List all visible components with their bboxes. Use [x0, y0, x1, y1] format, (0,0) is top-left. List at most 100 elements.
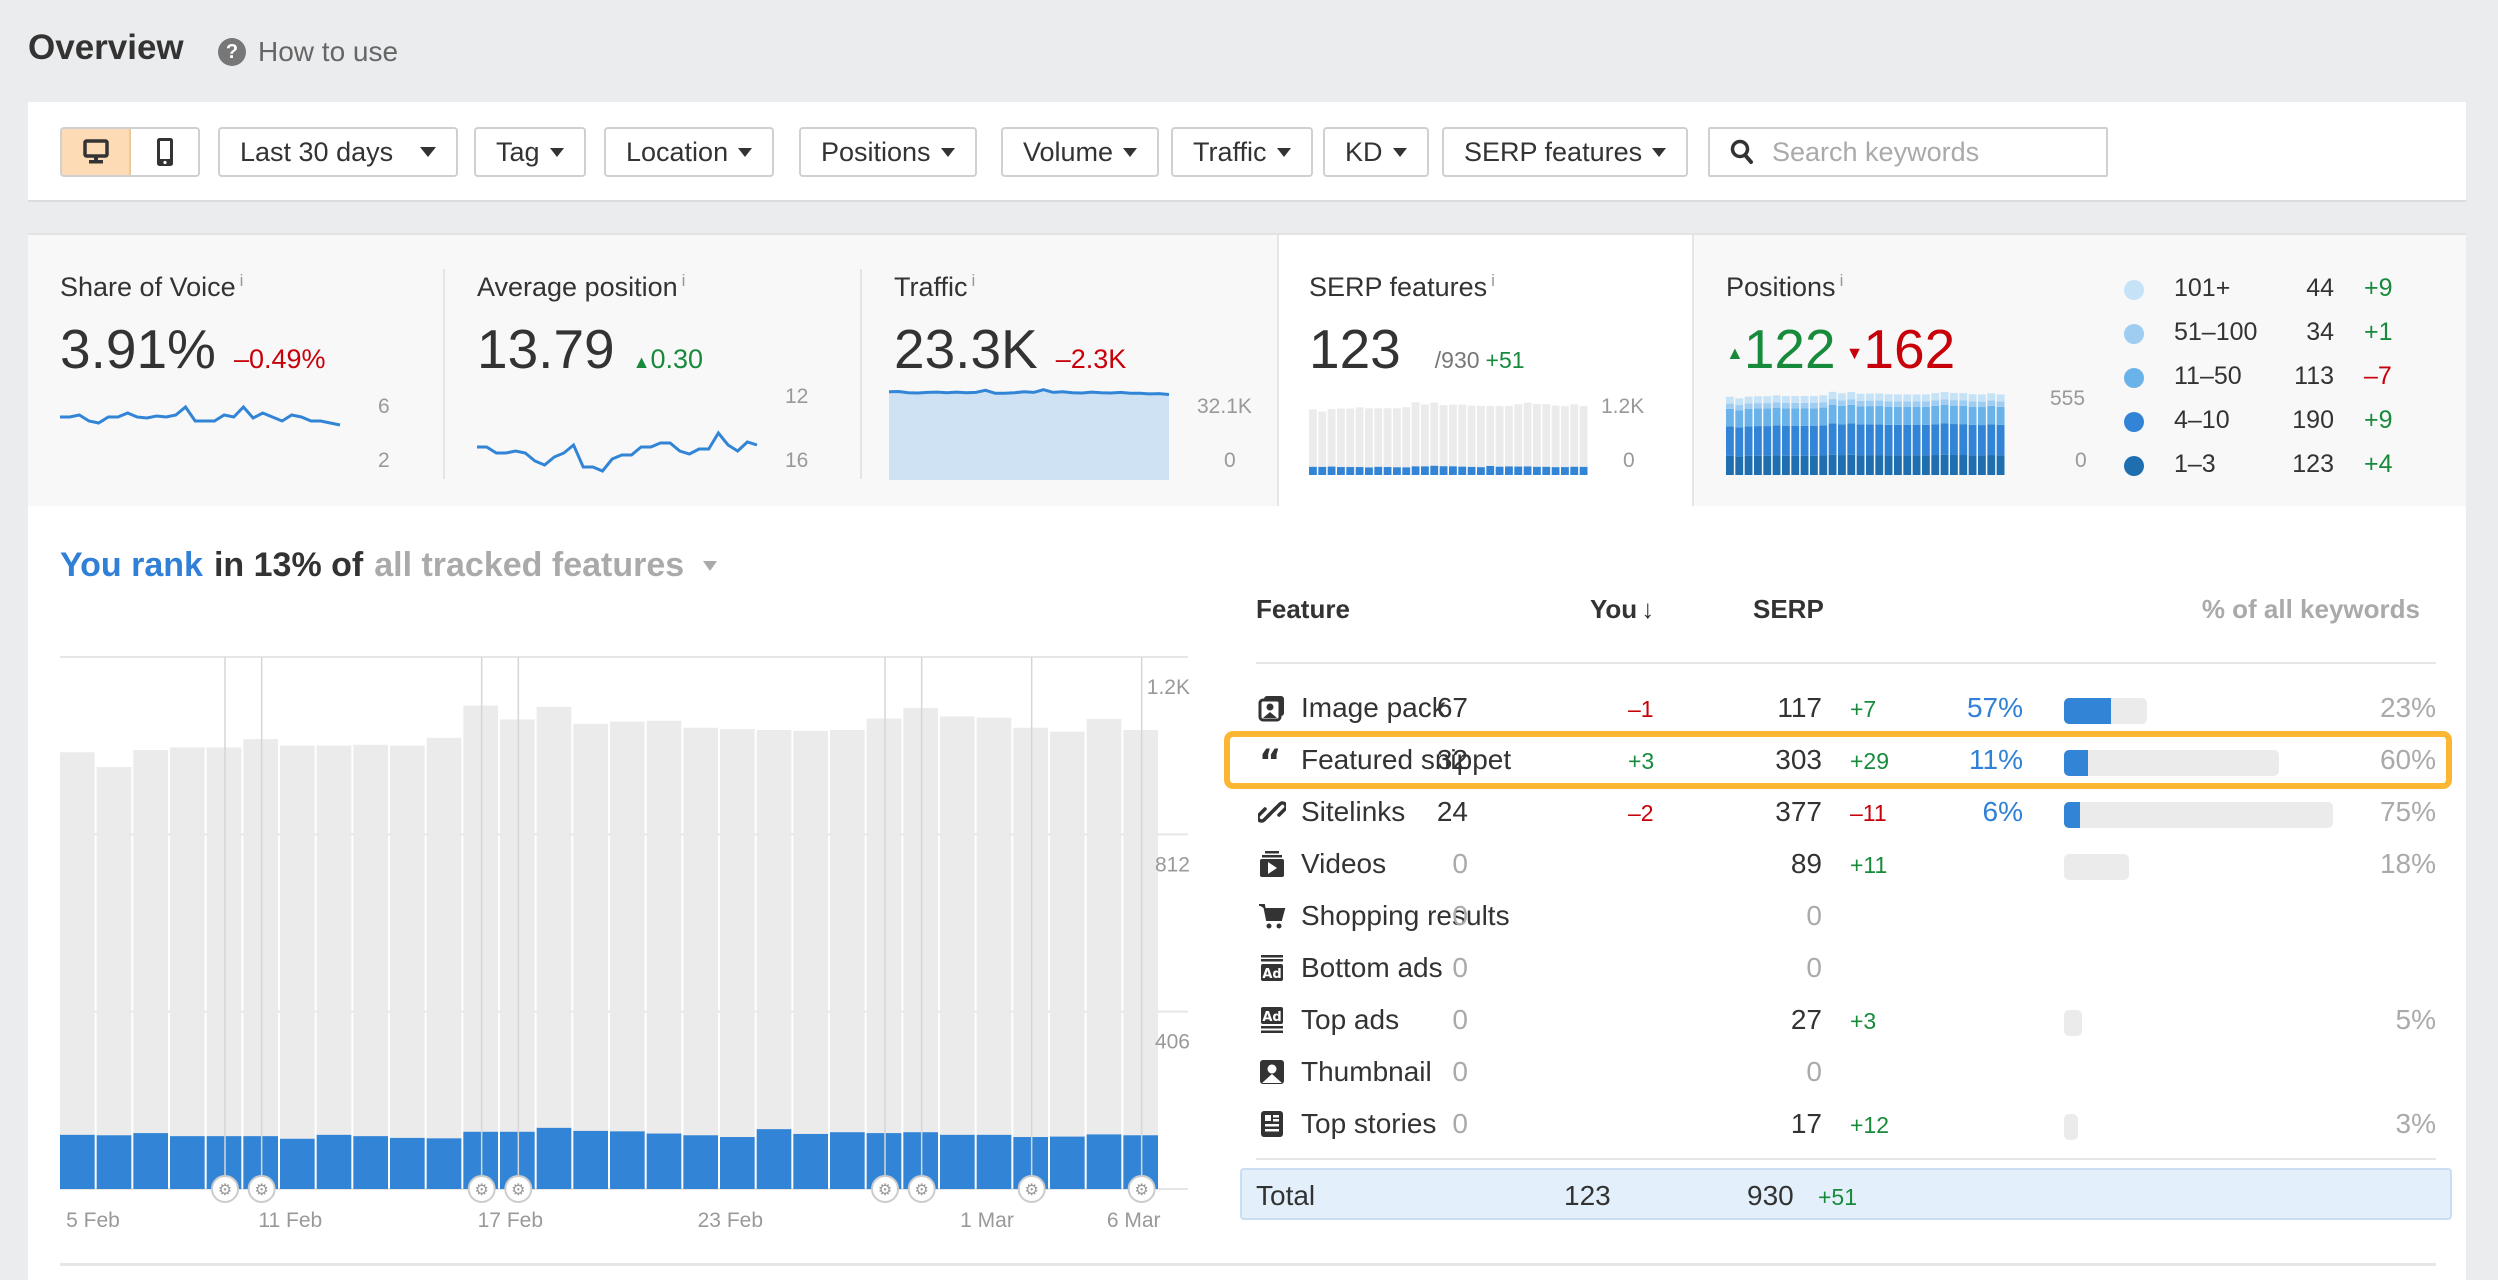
serp-mini-bar — [1523, 402, 1532, 475]
tag-dropdown[interactable]: Tag — [474, 127, 586, 177]
positions-mini-segment — [1800, 395, 1809, 403]
positions-mini-segment — [1856, 393, 1865, 401]
positions-mini-segment — [1931, 393, 1940, 401]
positions-mini-segment — [1763, 408, 1772, 427]
kd-dropdown[interactable]: KD — [1323, 127, 1429, 177]
positions-dropdown[interactable]: Positions — [799, 127, 977, 177]
positions-mini-segment — [1782, 402, 1790, 409]
table-row[interactable]: Videos 0 89 +11 18% — [1256, 838, 2468, 890]
you-bar — [280, 1138, 315, 1189]
positions-mini-segment — [1903, 406, 1912, 425]
table-row[interactable]: Shopping results 0 0 — [1256, 890, 2468, 942]
traffic-dropdown[interactable]: Traffic — [1171, 127, 1313, 177]
serp-bar — [866, 718, 902, 1189]
positions-mini-segment — [1894, 401, 1902, 407]
positions-mini-segment — [1856, 406, 1865, 425]
positions-mini-segment — [1838, 455, 1846, 475]
serp-bar — [1086, 719, 1122, 1189]
positions-mini-segment — [1996, 455, 2005, 475]
table-row[interactable]: Thumbnail 0 0 — [1256, 1046, 2468, 1098]
positions-mini-segment — [1912, 425, 1921, 456]
table-row[interactable]: Ad Top ads 0 27 +3 5% — [1256, 994, 2468, 1046]
positions-legend-row[interactable]: 4–10 190 +9 — [2124, 404, 2484, 444]
quote-icon: “ — [1258, 742, 1286, 782]
serp-mini-you-bar — [1477, 467, 1485, 475]
positions-mini-segment — [1735, 410, 1744, 428]
info-icon[interactable]: i — [682, 271, 686, 290]
positions-mini-segment — [1987, 405, 1996, 425]
positions-legend-row[interactable]: 11–50 113 –7 — [2124, 360, 2484, 400]
positions-mini-segment — [1735, 398, 1744, 406]
positions-legend-row[interactable]: 101+ 44 +9 — [2124, 272, 2484, 312]
serp-count: 0 — [1806, 952, 1822, 983]
col-serp[interactable]: SERP — [1753, 594, 1824, 625]
positions-legend-row[interactable]: 51–100 34 +1 — [2124, 316, 2484, 356]
search-keywords-input[interactable] — [1772, 136, 2092, 168]
stat-serp-features[interactable]: SERP features i 123/930 +51 1.2K 0 — [1277, 235, 1694, 508]
stat-value: 23.3K — [894, 318, 1038, 380]
serp-mini-bar — [1514, 404, 1523, 475]
serp-bar — [1013, 727, 1048, 1189]
feature-name: Bottom ads — [1301, 952, 1443, 983]
col-pct-all-keywords[interactable]: % of all keywords — [2202, 594, 2420, 625]
mobile-button[interactable] — [131, 129, 198, 175]
positions-mini-segment — [1922, 394, 1930, 402]
you-delta: –1 — [1628, 696, 1654, 722]
positions-mini-segment — [1884, 424, 1893, 456]
stat-average-position[interactable]: Average position i 13.79 ▲0.30 12 16 — [445, 235, 860, 508]
positions-mini-segment — [1875, 406, 1884, 425]
axis-min: 2 — [378, 449, 390, 472]
legend-delta: +1 — [2364, 318, 2393, 346]
stat-positions[interactable]: Positions i ▲122 ▼162 555 0 101+ 44 +9 51… — [1694, 235, 2466, 508]
all-keywords-pct: 23% — [2379, 692, 2436, 723]
how-to-use-link[interactable]: ? How to use — [218, 36, 398, 68]
svg-text:Ad: Ad — [1262, 967, 1281, 982]
serp-mini-bar — [1365, 408, 1373, 475]
you-bar — [170, 1136, 205, 1189]
serp-mini-you-bar — [1402, 467, 1411, 475]
serp-mini-bar — [1551, 405, 1560, 475]
positions-up: ▲122 — [1726, 318, 1836, 380]
positions-mini-segment — [1978, 425, 1986, 456]
stat-share-of-voice[interactable]: Share of Voice i 3.91% –0.49% 6 2 — [28, 235, 443, 508]
positions-mini-segment — [1978, 407, 1986, 426]
volume-dropdown[interactable]: Volume — [1001, 127, 1160, 177]
positions-mini-segment — [1931, 400, 1940, 406]
serp-mini-bar — [1458, 404, 1467, 475]
you-bar — [683, 1135, 718, 1189]
table-row[interactable]: “ Featured snippet 32 +3 303 +29 11% 60% — [1256, 734, 2468, 786]
positions-mini-segment — [1847, 399, 1856, 405]
positions-mini-segment — [1847, 423, 1856, 455]
positions-legend-row[interactable]: 1–3 123 +4 — [2124, 448, 2484, 488]
col-feature[interactable]: Feature — [1256, 594, 1350, 625]
info-icon[interactable]: i — [972, 271, 976, 290]
traffic-area — [889, 389, 1169, 480]
desktop-button[interactable] — [62, 129, 131, 175]
col-you[interactable]: You ↓ — [1590, 594, 1654, 625]
info-icon[interactable]: i — [1491, 271, 1495, 290]
you-bar — [316, 1134, 352, 1189]
positions-mini-segment — [1847, 454, 1856, 475]
serp-features-dropdown[interactable]: SERP features — [1442, 127, 1689, 177]
date-range-dropdown[interactable]: Last 30 days — [218, 127, 458, 177]
positions-mini-segment — [1996, 406, 2005, 425]
table-row[interactable]: Top stories 0 17 +12 3% — [1256, 1098, 2468, 1150]
serp-bar — [1050, 731, 1085, 1189]
stat-traffic[interactable]: Traffic i 23.3K –2.3K 32.1K 0 — [862, 235, 1277, 508]
info-icon[interactable]: i — [1840, 271, 1844, 290]
table-row[interactable]: Image pack 67 –1 117 +7 57% 23% — [1256, 682, 2468, 734]
positions-mini-segment — [1744, 426, 1753, 456]
positions-mini-segment — [1828, 404, 1837, 424]
positions-mini-segment — [1800, 455, 1809, 475]
table-row[interactable]: Ad Bottom ads 0 0 — [1256, 942, 2468, 994]
serp-mini-you-bar — [1551, 467, 1560, 475]
legend-count: 113 — [2294, 362, 2334, 390]
info-icon[interactable]: i — [240, 271, 244, 290]
image-pack-icon — [1258, 694, 1286, 722]
positions-mini-segment — [1838, 393, 1846, 401]
serp-bar — [903, 708, 938, 1189]
positions-mini-segment — [1828, 423, 1837, 455]
feature-name: Top stories — [1301, 1108, 1437, 1139]
table-row[interactable]: Sitelinks 24 –2 377 –11 6% 75% — [1256, 786, 2468, 838]
location-dropdown[interactable]: Location — [604, 127, 775, 177]
